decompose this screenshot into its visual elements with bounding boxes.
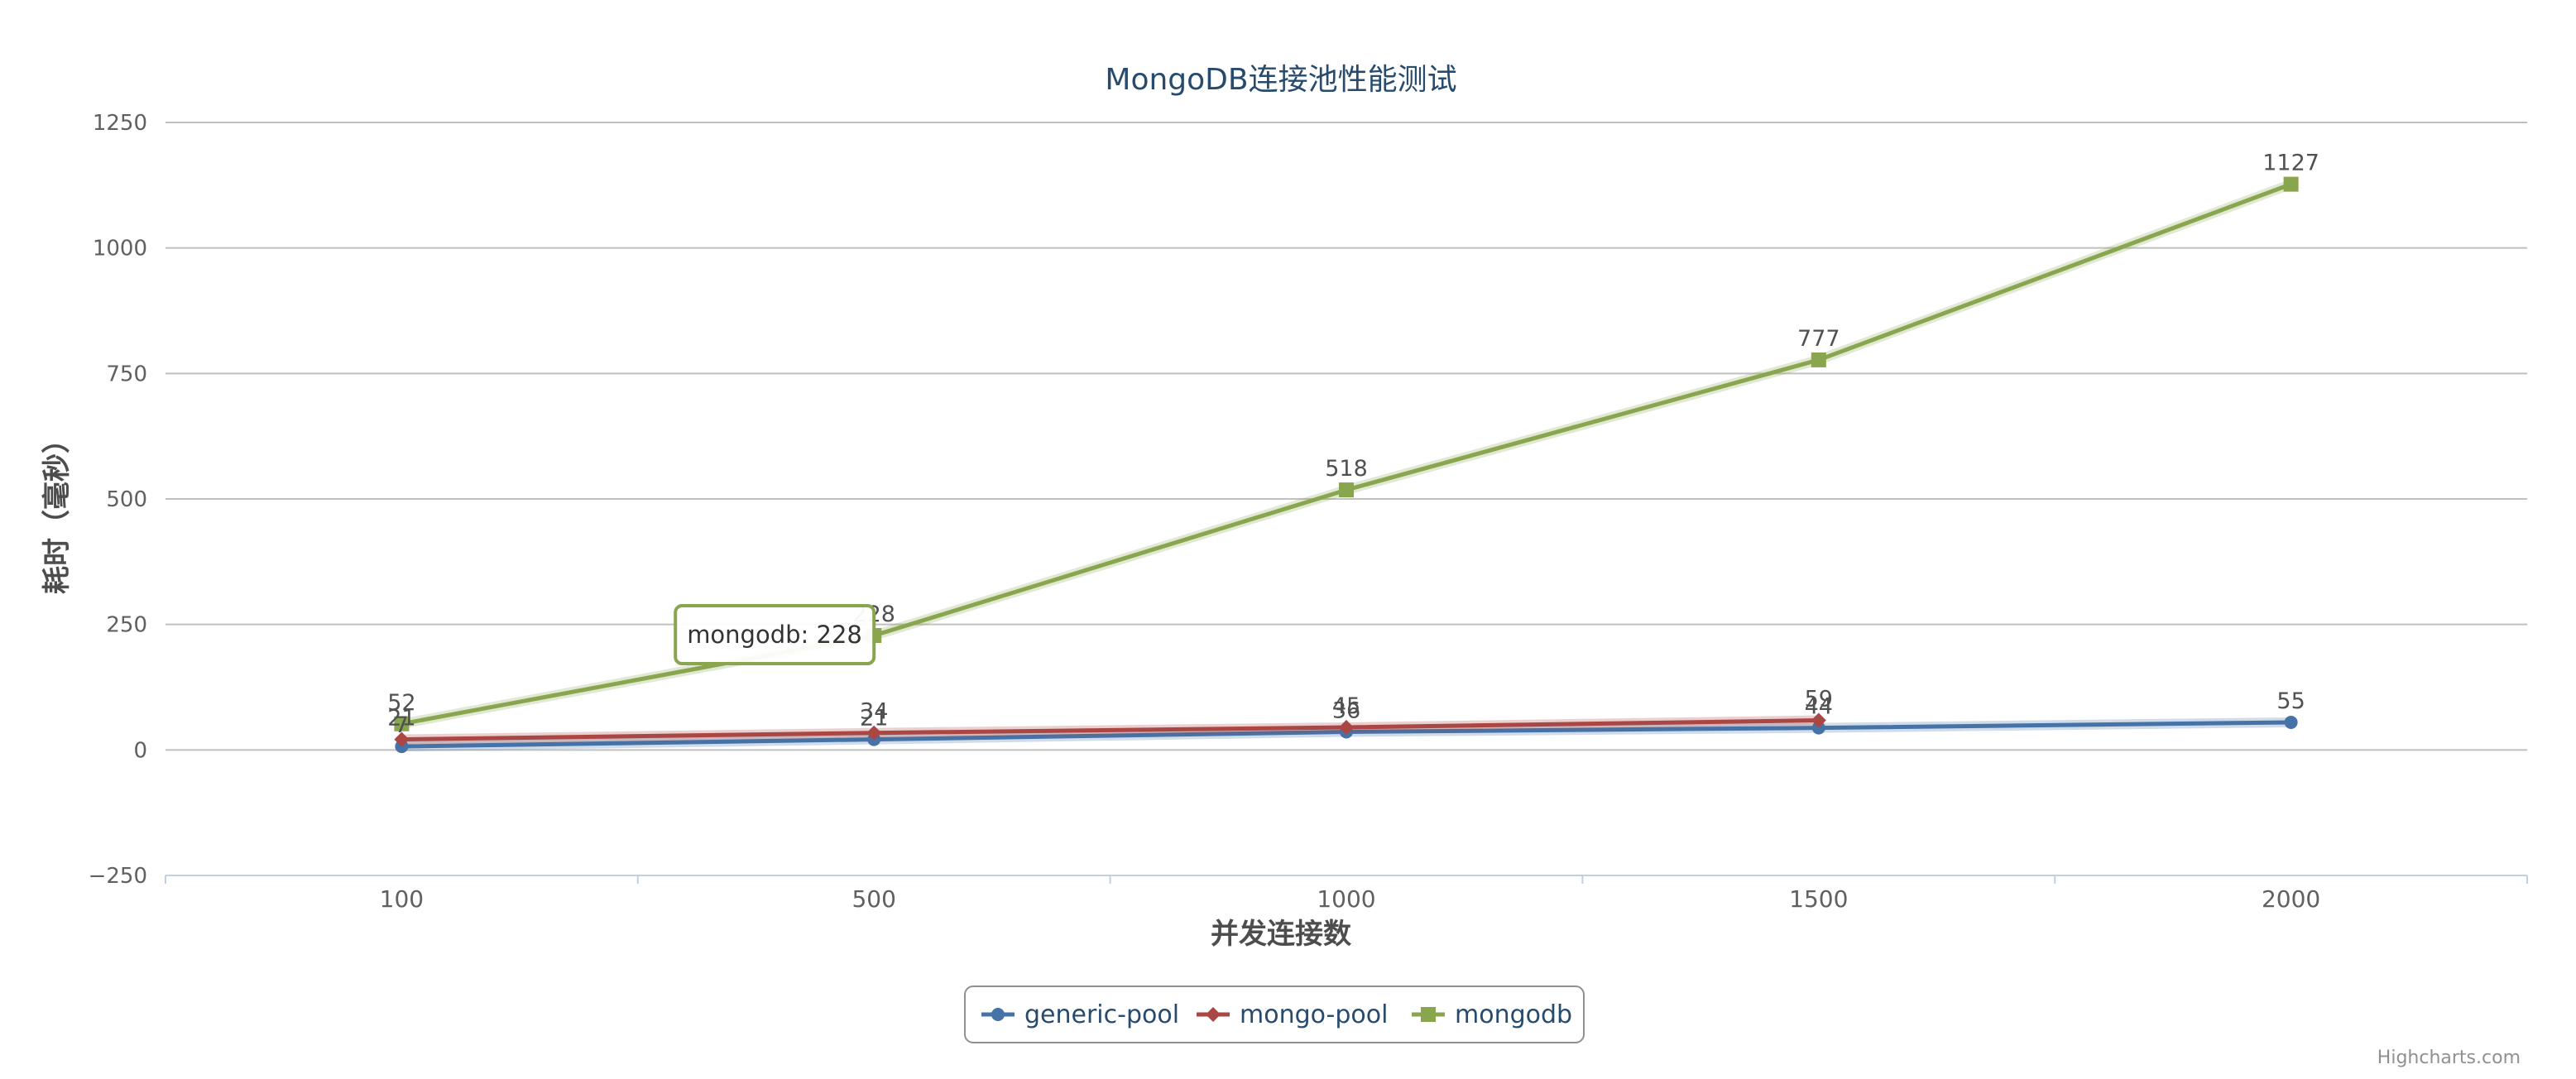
y-tick-label: 750 (106, 362, 147, 386)
line-chart: MongoDB连接池性能测试 −250 0 250 500 750 1000 1250 10… (0, 0, 2576, 1079)
y-tick-label: 1000 (93, 237, 147, 261)
y-tick-label: 1250 (93, 111, 147, 136)
credits-link[interactable]: Highcharts.com (2377, 1048, 2521, 1068)
y-tick-label: 0 (133, 738, 147, 763)
x-tick-label: 2000 (2262, 885, 2320, 913)
tooltip: mongodb: 228 (674, 604, 876, 666)
y-tick-label: −250 (89, 864, 147, 889)
y-tick-label: 500 (106, 487, 147, 512)
data-label-mongodb: 777 (1797, 326, 1840, 352)
y-axis-title: 耗时（毫秒） (41, 425, 74, 594)
legend-label: mongo-pool (1240, 1000, 1388, 1029)
x-axis-title: 并发连接数 (1211, 918, 1351, 951)
data-label-generic-pool: 55 (2276, 688, 2305, 714)
data-point-mongodb[interactable] (1339, 482, 1354, 498)
data-point-mongodb[interactable] (1811, 352, 1826, 367)
legend: generic-pool mongo-pool mongodb (964, 985, 1585, 1043)
legend-label: mongodb (1455, 1000, 1572, 1029)
x-tick-label: 500 (851, 885, 895, 913)
data-label-mongo-pool: 45 (1332, 693, 1360, 719)
data-label-mongo-pool: 34 (860, 699, 888, 725)
data-label-mongodb: 1127 (2262, 151, 2319, 176)
y-tick-label: 250 (106, 613, 147, 638)
data-point-mongodb[interactable] (2283, 176, 2299, 192)
data-label-mongodb: 52 (387, 690, 415, 716)
x-tick-label: 1000 (1317, 885, 1375, 913)
legend-marker (991, 1008, 1005, 1021)
legend-label: generic-pool (1024, 1000, 1179, 1029)
chart-title: MongoDB连接池性能测试 (1105, 63, 1456, 97)
chart-container: MongoDB连接池性能测试 −250 0 250 500 750 1000 1250 10… (0, 0, 2576, 1079)
data-label-mongo-pool: 59 (1805, 687, 1833, 712)
tooltip-text: mongodb: 228 (687, 621, 862, 649)
x-tick-label: 100 (380, 885, 424, 913)
data-label-mongodb: 518 (1325, 456, 1368, 482)
x-tick-label: 1500 (1789, 885, 1848, 913)
legend-marker (1421, 1007, 1436, 1022)
data-point-generic-pool[interactable] (2284, 715, 2298, 729)
